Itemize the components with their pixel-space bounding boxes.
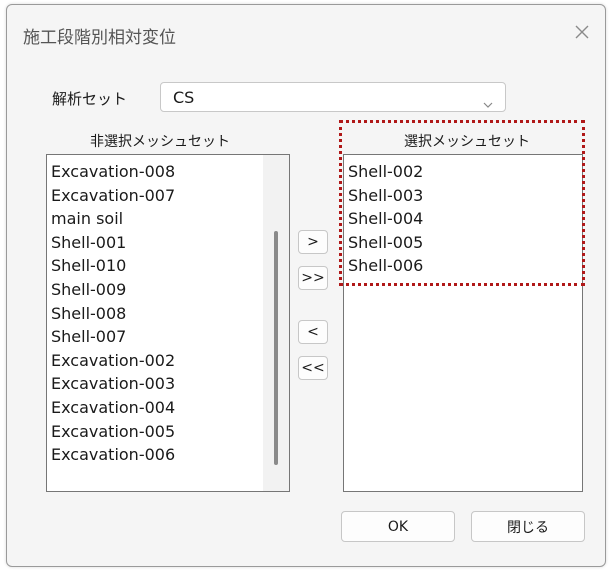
list-item[interactable]: Excavation-008 bbox=[47, 160, 289, 184]
list-item[interactable]: Shell-007 bbox=[47, 325, 289, 349]
list-item[interactable]: Excavation-006 bbox=[47, 443, 289, 467]
list-item[interactable]: main soil bbox=[47, 207, 289, 231]
list-item[interactable]: Excavation-003 bbox=[47, 372, 289, 396]
remove-all-button[interactable]: << bbox=[298, 356, 328, 380]
close-button[interactable]: 閉じる bbox=[471, 511, 585, 542]
list-item[interactable]: Shell-006 bbox=[344, 254, 582, 278]
list-item[interactable]: Shell-005 bbox=[344, 231, 582, 255]
list-item[interactable]: Excavation-004 bbox=[47, 396, 289, 420]
list-item[interactable]: Shell-002 bbox=[344, 160, 582, 184]
selected-header: 選択メッシュセット bbox=[404, 134, 530, 150]
unselected-header: 非選択メッシュセット bbox=[90, 134, 230, 150]
window-title: 施工段階別相対変位 bbox=[23, 28, 176, 48]
list-item[interactable]: Shell-010 bbox=[47, 254, 289, 278]
list-item[interactable]: Shell-008 bbox=[47, 302, 289, 326]
remove-button[interactable]: < bbox=[298, 320, 328, 344]
add-all-button[interactable]: >> bbox=[298, 266, 328, 290]
title-bar: 施工段階別相対変位 bbox=[7, 5, 605, 61]
close-icon[interactable] bbox=[567, 17, 597, 47]
scrollbar[interactable] bbox=[263, 155, 289, 491]
list-item[interactable]: Shell-009 bbox=[47, 278, 289, 302]
unselected-listbox[interactable]: Excavation-008 Excavation-007 main soil She… bbox=[46, 154, 290, 492]
list-item[interactable]: Shell-003 bbox=[344, 184, 582, 208]
analysis-set-select[interactable]: CS bbox=[160, 82, 506, 112]
ok-button[interactable]: OK bbox=[341, 511, 455, 542]
list-item[interactable]: Shell-001 bbox=[47, 231, 289, 255]
list-item[interactable]: Excavation-007 bbox=[47, 184, 289, 208]
list-item[interactable]: Shell-004 bbox=[344, 207, 582, 231]
analysis-set-label: 解析セット bbox=[52, 90, 128, 108]
chevron-down-icon bbox=[483, 93, 493, 112]
list-item[interactable]: Excavation-005 bbox=[47, 420, 289, 444]
scrollbar-thumb[interactable] bbox=[274, 231, 278, 465]
analysis-set-value: CS bbox=[173, 88, 195, 107]
add-button[interactable]: > bbox=[298, 230, 328, 254]
list-item[interactable]: Excavation-002 bbox=[47, 349, 289, 373]
selected-listbox[interactable]: Shell-002 Shell-003 Shell-004 Shell-005 Shel… bbox=[343, 154, 583, 492]
